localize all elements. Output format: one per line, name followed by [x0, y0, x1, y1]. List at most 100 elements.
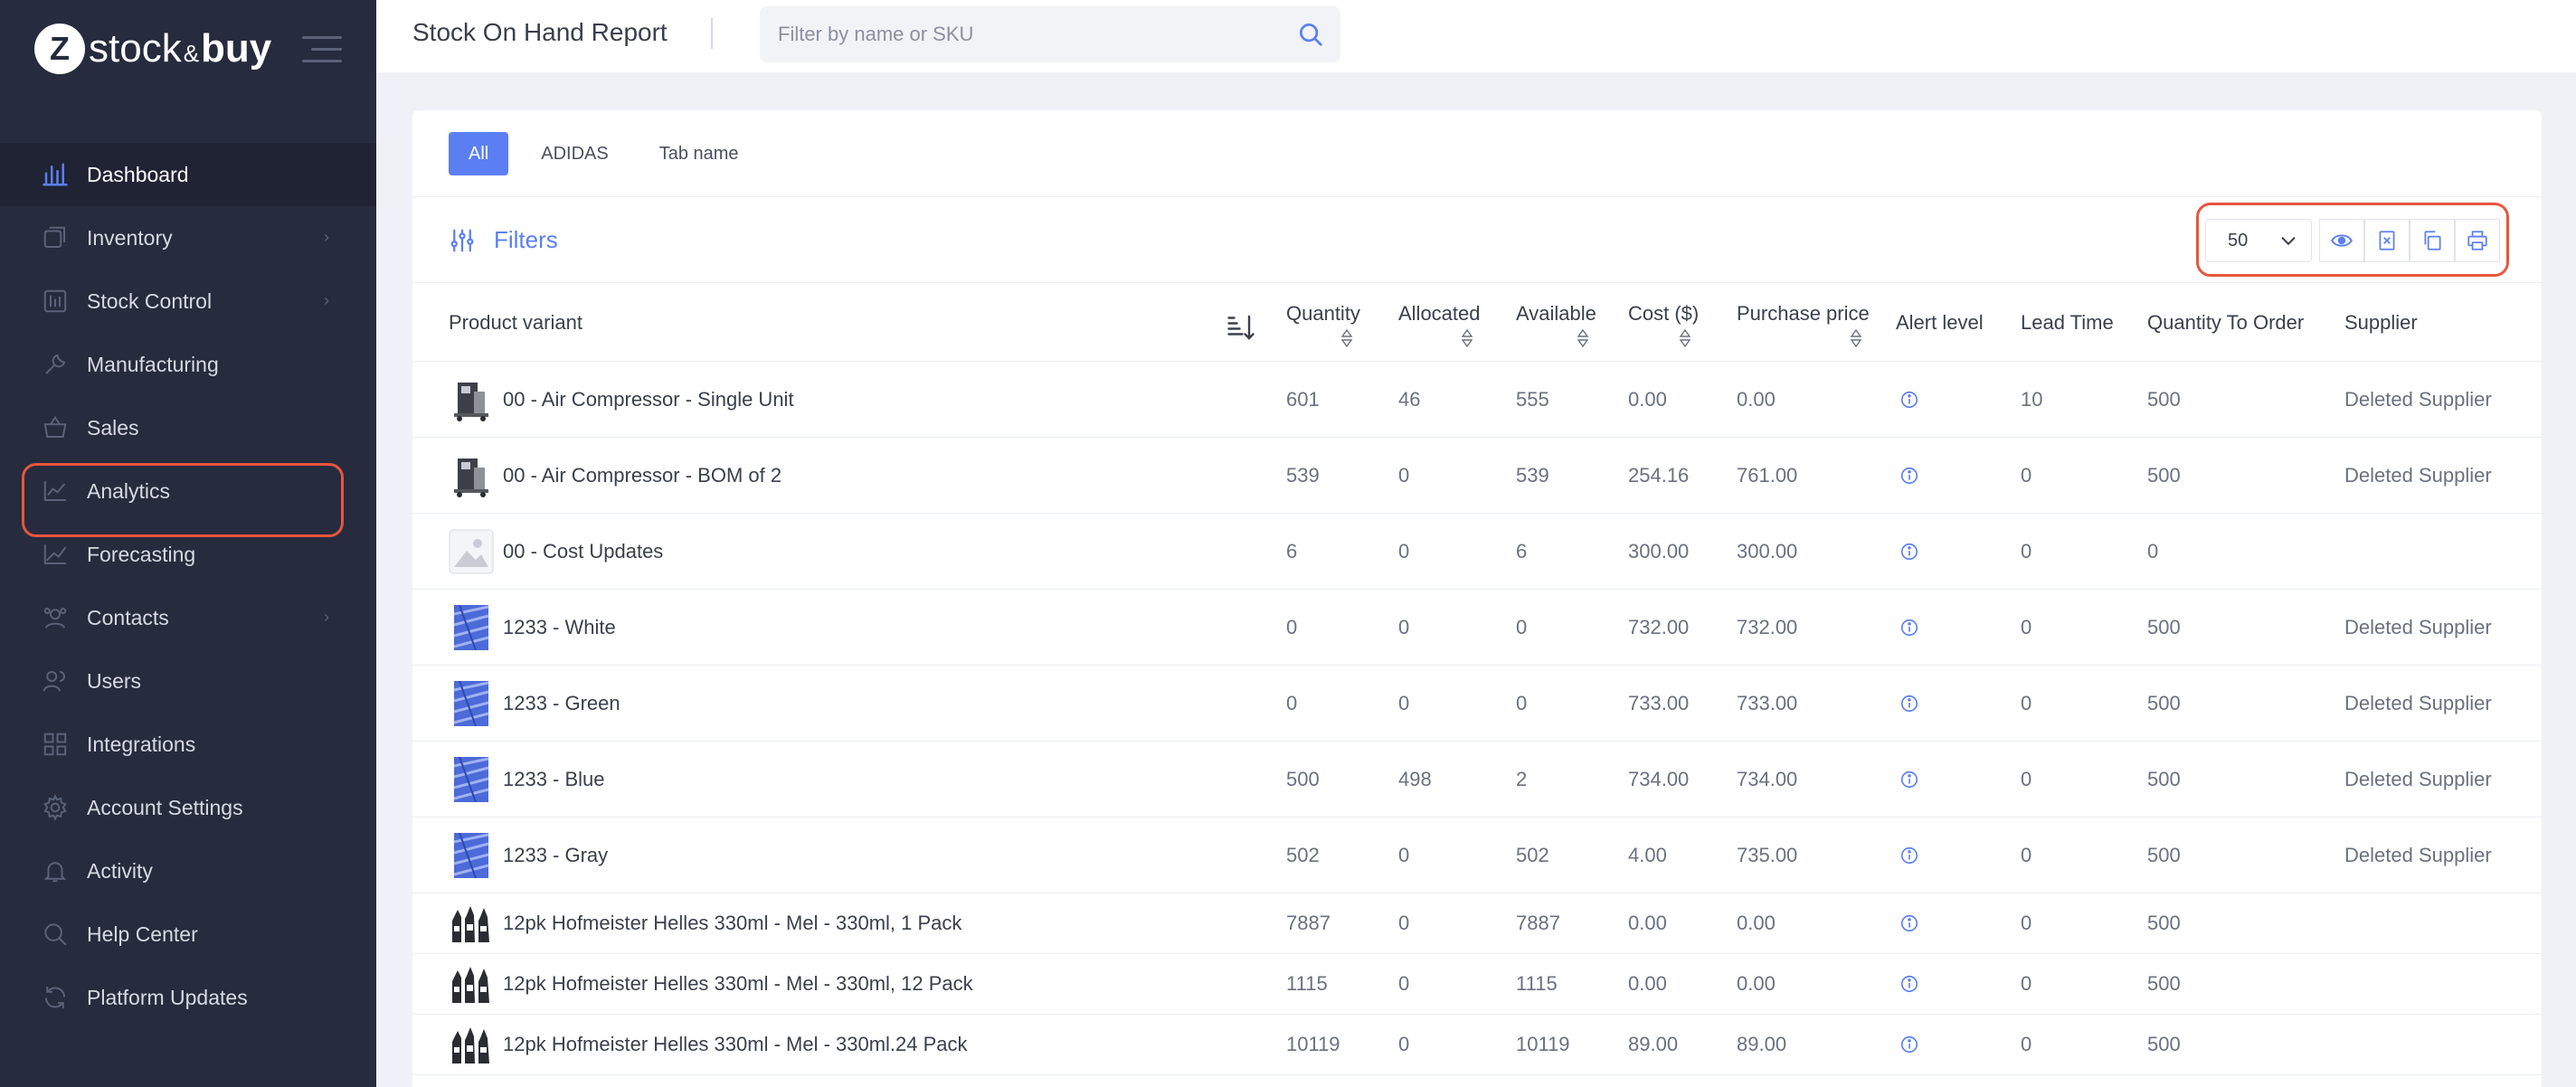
product-name[interactable]: 00 - Air Compressor - Single Unit: [503, 388, 794, 411]
alert-info-icon[interactable]: [1899, 466, 1919, 486]
tab-all[interactable]: All: [449, 132, 509, 175]
cell-supplier: Deleted Supplier: [2344, 615, 2492, 638]
cell-supplier: Deleted Supplier: [2344, 843, 2492, 866]
alert-info-icon[interactable]: [1899, 846, 1919, 865]
product-thumbnail: [449, 961, 494, 1007]
cell-cost: 254.16: [1628, 463, 1690, 487]
sidebar-item-account-settings[interactable]: Account Settings: [0, 776, 376, 839]
col-cost[interactable]: Cost ($): [1628, 302, 1699, 326]
cell-cost: 734.00: [1628, 767, 1690, 790]
table-row[interactable]: 1233 - Blue 500 498 2 734.00 734.00 0 500 Delete…: [412, 742, 2542, 818]
sidebar-item-sales[interactable]: Sales: [0, 396, 376, 459]
table-row[interactable]: 00 - Air Compressor - BOM of 2 539 0 539 254…: [412, 438, 2542, 514]
gear-icon: [42, 794, 69, 821]
sidebar-item-forecasting[interactable]: Forecasting: [0, 523, 376, 586]
product-name[interactable]: 12pk Hofmeister Helles 330ml - Mel - 330…: [503, 972, 973, 996]
sort-arrows-icon[interactable]: [1461, 328, 1473, 348]
cell-lead-time: 0: [2021, 767, 2032, 790]
alert-info-icon[interactable]: [1899, 974, 1919, 994]
alert-info-icon[interactable]: [1899, 770, 1919, 789]
filters-toggle[interactable]: Filters: [449, 226, 558, 254]
search-input[interactable]: [778, 6, 1284, 62]
cell-purchase-price: 89.00: [1737, 1033, 1787, 1055]
table-row[interactable]: 1233 - White 0 0 0 732.00 732.00 0 500 Deleted S…: [412, 590, 2542, 666]
table-row[interactable]: 1233 - Green 0 0 0 733.00 733.00 0 500 Deleted S…: [412, 666, 2542, 742]
col-purchase-price[interactable]: Purchase price: [1737, 302, 1870, 326]
cell-quantity: 0: [1286, 691, 1298, 714]
col-available[interactable]: Available: [1516, 302, 1596, 326]
sort-arrows-icon[interactable]: [1577, 328, 1589, 348]
sidebar-item-label: Platform Updates: [87, 985, 248, 1009]
sidebar-item-activity[interactable]: Activity: [0, 839, 376, 903]
cell-available: 10119: [1516, 1033, 1570, 1055]
cell-quantity-to-order: 500: [2147, 615, 2181, 638]
cell-cost: 732.00: [1628, 615, 1690, 638]
sort-arrows-icon[interactable]: [1340, 328, 1353, 348]
alert-info-icon[interactable]: [1899, 618, 1919, 638]
sidebar-item-label: Sales: [87, 415, 139, 440]
alert-info-icon[interactable]: [1899, 390, 1919, 410]
alert-info-icon[interactable]: [1899, 542, 1919, 562]
product-name[interactable]: 1233 - Blue: [503, 768, 605, 791]
cell-allocated: 498: [1398, 767, 1432, 790]
menu-toggle-icon[interactable]: [302, 36, 342, 63]
product-name[interactable]: 00 - Cost Updates: [503, 540, 663, 563]
sidebar-item-label: Forecasting: [87, 542, 196, 566]
brand-logo[interactable]: Z stock & buy: [34, 20, 271, 78]
table-row[interactable]: 1233 - Gray 502 0 502 4.00 735.00 0 500 Deleted …: [412, 818, 2542, 893]
table-row[interactable]: 00 - Cost Updates 6 0 6 300.00 300.00 0 0: [412, 514, 2542, 590]
table-row[interactable]: 00 - Air Compressor - Single Unit 601 46 55…: [412, 362, 2542, 438]
sort-arrows-icon[interactable]: [1679, 328, 1691, 348]
search-icon[interactable]: [1297, 21, 1324, 48]
table-row[interactable]: 12pk Hofmeister Helles 330ml - Mel - 330…: [412, 954, 2542, 1015]
integrations-icon: [42, 731, 69, 758]
product-name[interactable]: 00 - Air Compressor - BOM of 2: [503, 464, 781, 487]
col-quantity[interactable]: Quantity: [1286, 302, 1360, 326]
sidebar-item-stock-control[interactable]: Stock Control ›: [0, 269, 376, 333]
alert-info-icon[interactable]: [1899, 694, 1919, 714]
cell-allocated: 0: [1398, 912, 1410, 934]
cell-purchase-price: 735.00: [1737, 843, 1798, 866]
cell-lead-time: 0: [2021, 843, 2032, 866]
sidebar-item-platform-updates[interactable]: Platform Updates: [0, 966, 376, 1029]
alert-info-icon[interactable]: [1899, 913, 1919, 933]
cell-allocated: 0: [1398, 691, 1410, 714]
per-page-select[interactable]: 50: [2205, 219, 2312, 262]
cell-quantity-to-order: 500: [2147, 972, 2181, 995]
per-page-value: 50: [2228, 230, 2249, 250]
col-allocated[interactable]: Allocated: [1398, 302, 1481, 326]
cell-quantity: 7887: [1286, 912, 1331, 934]
cell-allocated: 0: [1398, 539, 1410, 562]
alert-info-icon[interactable]: [1899, 1035, 1919, 1054]
table-row[interactable]: 12pk Hofmeister Helles 330ml - Mel - 330…: [412, 893, 2542, 954]
sidebar-item-manufacturing[interactable]: Manufacturing: [0, 333, 376, 396]
sort-arrows-icon[interactable]: [1850, 328, 1862, 348]
sidebar-item-dashboard[interactable]: Dashboard: [0, 143, 376, 206]
product-name[interactable]: 12pk Hofmeister Helles 330ml - Mel - 330…: [503, 1033, 968, 1056]
tab-adidas[interactable]: ADIDAS: [516, 132, 633, 175]
sidebar-item-analytics[interactable]: Analytics: [0, 459, 376, 523]
sidebar-item-integrations[interactable]: Integrations: [0, 713, 376, 776]
sidebar-item-help-center[interactable]: Help Center: [0, 903, 376, 966]
export-excel-button[interactable]: [2364, 219, 2410, 262]
sidebar-item-inventory[interactable]: Inventory ›: [0, 206, 376, 269]
sidebar: Z stock & buy Dashboard Inventory › Stock Con…: [0, 0, 376, 1087]
product-name[interactable]: 1233 - White: [503, 616, 616, 639]
cell-purchase-price: 0.00: [1737, 972, 1776, 995]
col-product-variant[interactable]: Product variant: [449, 311, 582, 335]
sidebar-item-contacts[interactable]: Contacts ›: [0, 586, 376, 649]
cell-lead-time: 0: [2021, 972, 2032, 995]
sidebar-item-users[interactable]: Users: [0, 649, 376, 713]
table-row[interactable]: 12pk Hofmeister Helles 330ml - Mel - 330…: [412, 1015, 2542, 1075]
print-button[interactable]: [2455, 219, 2500, 262]
sort-descending-icon[interactable]: [1225, 311, 1257, 344]
product-name[interactable]: 12pk Hofmeister Helles 330ml - Mel - 330…: [503, 912, 961, 935]
tab-tab-name[interactable]: Tab name: [634, 132, 764, 175]
cell-quantity: 6: [1286, 539, 1298, 562]
cell-quantity-to-order: 500: [2147, 843, 2181, 866]
copy-button[interactable]: [2410, 219, 2455, 262]
product-name[interactable]: 1233 - Green: [503, 692, 620, 715]
product-name[interactable]: 1233 - Gray: [503, 844, 608, 867]
cell-supplier: Deleted Supplier: [2344, 691, 2492, 714]
column-visibility-button[interactable]: [2319, 219, 2364, 262]
